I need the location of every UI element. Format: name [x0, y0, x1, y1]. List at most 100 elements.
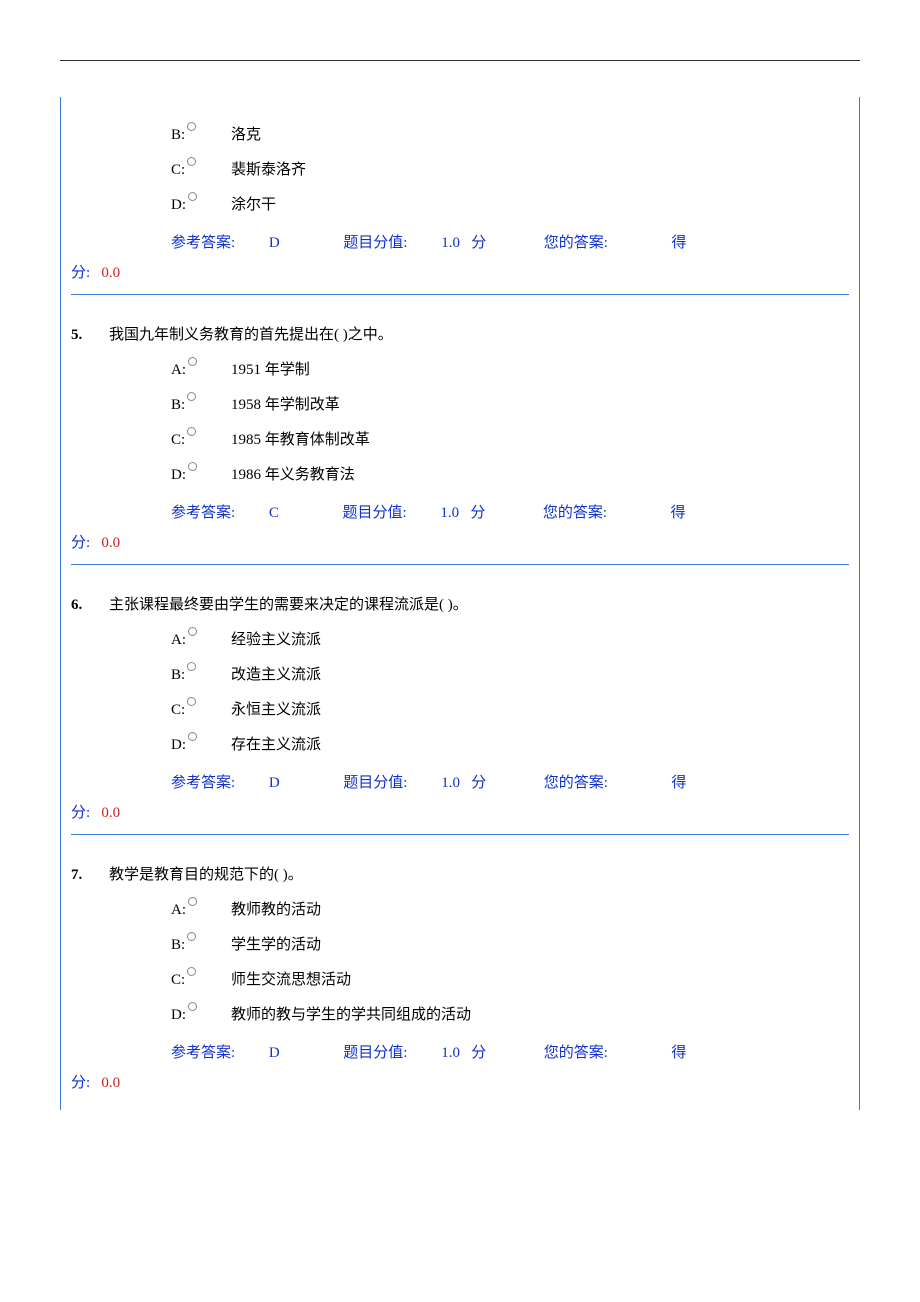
option-letter: D:: [171, 1007, 186, 1023]
radio-icon[interactable]: [188, 1002, 197, 1011]
option-text: 存在主义流派: [231, 733, 849, 754]
score-unit: 分: [470, 505, 485, 521]
radio-icon[interactable]: [187, 697, 196, 706]
option-label: B:: [171, 124, 231, 144]
ref-answer-value: D: [269, 1045, 280, 1061]
option-letter: A:: [171, 902, 186, 918]
ref-answer-value: D: [269, 235, 280, 251]
option-letter: A:: [171, 362, 186, 378]
option-row: C: 裴斯泰洛齐: [71, 158, 849, 179]
option-text: 1951 年学制: [231, 358, 849, 379]
item-score-value: 1.0: [441, 1045, 460, 1061]
option-row: B: 学生学的活动: [71, 933, 849, 954]
option-label: B:: [171, 664, 231, 684]
item-score-value: 1.0: [440, 505, 459, 521]
quiz-frame: B: 洛克 C: 裴斯泰洛齐 D: 涂尔干 参考答案: D: [60, 97, 860, 1110]
radio-icon[interactable]: [187, 932, 196, 941]
ref-answer-value: C: [269, 505, 279, 521]
radio-icon[interactable]: [188, 357, 197, 366]
option-letter: B:: [171, 667, 185, 683]
separator: [71, 564, 849, 565]
question-6: 6. 主张课程最终要由学生的需要来决定的课程流派是( )。 A: 经验主义流派 …: [61, 571, 859, 841]
question-7: 7. 教学是教育目的规范下的( )。 A: 教师教的活动 B: 学生学的活动: [61, 841, 859, 1110]
option-text: 教师教的活动: [231, 898, 849, 919]
radio-icon[interactable]: [187, 967, 196, 976]
radio-icon[interactable]: [187, 427, 196, 436]
answer-row: 参考答案: D 题目分值: 1.0 分 您的答案: 得 分: 0.0: [71, 1038, 849, 1098]
option-row: A: 经验主义流派: [71, 628, 849, 649]
option-letter: C:: [171, 432, 185, 448]
got-score-value: 0.0: [101, 1075, 120, 1091]
got-label-2: 分:: [71, 1075, 90, 1091]
option-row: D: 教师的教与学生的学共同组成的活动: [71, 1003, 849, 1024]
option-row: B: 洛克: [71, 123, 849, 144]
option-row: D: 涂尔干: [71, 193, 849, 214]
option-text: 1986 年义务教育法: [231, 463, 849, 484]
got-score-value: 0.0: [101, 265, 120, 281]
option-text: 1985 年教育体制改革: [231, 428, 849, 449]
radio-icon[interactable]: [187, 662, 196, 671]
option-letter: B:: [171, 397, 185, 413]
item-score-label: 题目分值:: [343, 1045, 407, 1061]
question-5: 5. 我国九年制义务教育的首先提出在( )之中。 A: 1951 年学制 B: …: [61, 301, 859, 571]
option-label: C:: [171, 429, 231, 449]
question-stem: 我国九年制义务教育的首先提出在( )之中。: [109, 323, 849, 344]
option-label: B:: [171, 934, 231, 954]
option-text: 洛克: [231, 123, 849, 144]
radio-icon[interactable]: [188, 627, 197, 636]
stem-row: 5. 我国九年制义务教育的首先提出在( )之中。: [71, 323, 849, 344]
option-row: C: 永恒主义流派: [71, 698, 849, 719]
option-label: C:: [171, 699, 231, 719]
option-row: C: 师生交流思想活动: [71, 968, 849, 989]
separator: [71, 294, 849, 295]
your-answer-label: 您的答案:: [543, 505, 607, 521]
option-text: 涂尔干: [231, 193, 849, 214]
radio-icon[interactable]: [187, 122, 196, 131]
option-text: 裴斯泰洛齐: [231, 158, 849, 179]
option-row: A: 1951 年学制: [71, 358, 849, 379]
option-label: D:: [171, 464, 231, 484]
question-number: 7.: [71, 867, 109, 884]
stem-row: 6. 主张课程最终要由学生的需要来决定的课程流派是( )。: [71, 593, 849, 614]
radio-icon[interactable]: [188, 897, 197, 906]
radio-icon[interactable]: [187, 157, 196, 166]
your-answer-label: 您的答案:: [544, 235, 608, 251]
radio-icon[interactable]: [188, 732, 197, 741]
ref-answer-label: 参考答案:: [171, 235, 235, 251]
ref-answer-label: 参考答案:: [171, 775, 235, 791]
option-row: D: 存在主义流派: [71, 733, 849, 754]
question-4: B: 洛克 C: 裴斯泰洛齐 D: 涂尔干 参考答案: D: [61, 97, 859, 301]
option-label: D:: [171, 194, 231, 214]
ref-answer-label: 参考答案:: [171, 1045, 235, 1061]
radio-icon[interactable]: [188, 192, 197, 201]
option-text: 1958 年学制改革: [231, 393, 849, 414]
ref-answer-value: D: [269, 775, 280, 791]
ref-answer-label: 参考答案:: [171, 505, 235, 521]
score-unit: 分: [471, 775, 486, 791]
option-text: 教师的教与学生的学共同组成的活动: [231, 1003, 849, 1024]
item-score-value: 1.0: [441, 775, 460, 791]
option-label: D:: [171, 1004, 231, 1024]
option-letter: C:: [171, 702, 185, 718]
separator: [71, 834, 849, 835]
got-label-2: 分:: [71, 265, 90, 281]
got-score-value: 0.0: [101, 535, 120, 551]
got-label-1: 得: [671, 505, 686, 521]
option-letter: C:: [171, 972, 185, 988]
got-label-1: 得: [671, 1045, 686, 1061]
item-score-value: 1.0: [441, 235, 460, 251]
option-row: B: 1958 年学制改革: [71, 393, 849, 414]
question-number: 5.: [71, 327, 109, 344]
score-unit: 分: [471, 1045, 486, 1061]
option-label: A:: [171, 629, 231, 649]
option-letter: D:: [171, 737, 186, 753]
option-label: A:: [171, 899, 231, 919]
got-label-2: 分:: [71, 805, 90, 821]
option-text: 学生学的活动: [231, 933, 849, 954]
radio-icon[interactable]: [187, 392, 196, 401]
radio-icon[interactable]: [188, 462, 197, 471]
got-label-2: 分:: [71, 535, 90, 551]
option-text: 永恒主义流派: [231, 698, 849, 719]
answer-row: 参考答案: C 题目分值: 1.0 分 您的答案: 得 分: 0.0: [71, 498, 849, 558]
option-letter: D:: [171, 467, 186, 483]
